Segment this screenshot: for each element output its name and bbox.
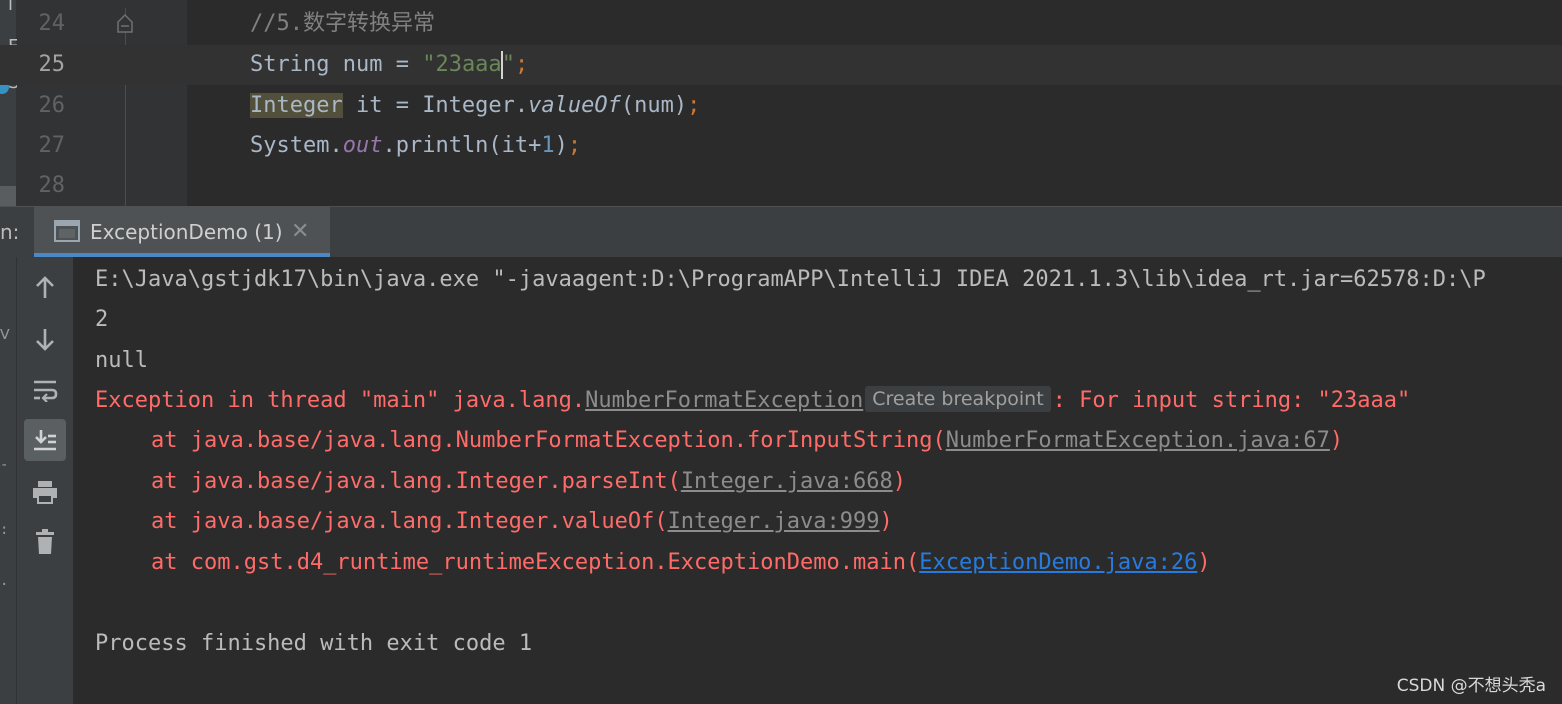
stack-frame-link[interactable]: Integer.java:668: [681, 469, 893, 494]
line-number: 25: [38, 52, 66, 77]
code-token: ): [554, 133, 568, 158]
line-number: 28: [38, 173, 66, 198]
side-marker: :: [0, 522, 9, 538]
run-tab-label: ExceptionDemo (1): [90, 220, 283, 244]
stack-trace-line: at com.gst.d4_runtime_runtimeException.E…: [151, 543, 1211, 583]
stack-frame-text: at com.gst.d4_runtime_runtimeException.E…: [151, 550, 920, 575]
side-marker: ·: [0, 577, 9, 593]
semicolon: ;: [567, 133, 582, 158]
run-window-label: n:: [0, 220, 20, 244]
scroll-to-end-icon[interactable]: [24, 419, 66, 461]
soft-wrap-icon[interactable]: [24, 369, 66, 411]
exception-message: : For input string: "23aaa": [1052, 388, 1411, 413]
semicolon: ;: [514, 52, 529, 77]
stack-frame-link[interactable]: NumberFormatException.java:67: [946, 428, 1330, 453]
console-window-icon: [54, 220, 80, 242]
code-token: (num): [620, 93, 688, 118]
console-output[interactable]: E:\Java\gstjdk17\bin\java.exe "-javaagen…: [73, 257, 1562, 704]
code-text: String num = "23aaa";: [250, 45, 528, 85]
number-literal: 1: [541, 133, 555, 158]
side-marker: ᐯ: [0, 327, 10, 343]
up-arrow-icon[interactable]: [24, 267, 66, 309]
run-tool-window-header: n: ExceptionDemo (1) ✕: [0, 206, 1562, 258]
code-line[interactable]: 24 //5.数字转换异常: [0, 4, 1562, 44]
string-quote: ": [501, 52, 515, 77]
create-breakpoint-hint[interactable]: Create breakpoint: [865, 386, 1051, 412]
code-line[interactable]: 28: [0, 166, 1562, 206]
code-text: Integer it = Integer.valueOf(num);: [250, 86, 700, 126]
console-command-line: E:\Java\gstjdk17\bin\java.exe "-javaagen…: [95, 267, 1486, 292]
run-tab-exception-demo[interactable]: ExceptionDemo (1) ✕: [34, 207, 330, 257]
down-arrow-icon[interactable]: [24, 318, 66, 360]
semicolon: ;: [687, 93, 701, 118]
exception-class-link[interactable]: NumberFormatException: [585, 388, 863, 413]
run-side-strip: ᐯ - : ·: [0, 257, 16, 704]
stack-frame-text: at java.base/java.lang.Integer.valueOf(: [151, 509, 668, 534]
stack-frame-text: at java.base/java.lang.NumberFormatExcep…: [151, 428, 946, 453]
static-field-token: out: [342, 133, 383, 158]
stack-frame-text: ): [892, 469, 906, 494]
exception-prefix: Exception in thread "main" java.lang.: [95, 388, 586, 413]
side-marker: -: [0, 457, 9, 473]
static-method-token: valueOf: [528, 93, 621, 118]
stack-frame-text: ): [1329, 428, 1344, 453]
stack-frame-text: at java.base/java.lang.Integer.parseInt(: [151, 469, 681, 494]
code-line-current[interactable]: 25 String num = "23aaa";: [0, 45, 1562, 85]
stack-frame-text: ): [1197, 550, 1211, 575]
console-toolbar: [16, 257, 74, 704]
code-editor[interactable]: l E S 24 //5.数字转换异常 25 String num = "23a…: [0, 0, 1562, 206]
process-finished-line: Process finished with exit code 1: [95, 631, 533, 656]
code-token: it = Integer.: [342, 93, 529, 118]
line-number: 24: [38, 11, 66, 36]
string-literal: "23aaa: [422, 52, 502, 77]
console-output-line: null: [95, 348, 148, 373]
stack-frame-text: ): [879, 509, 893, 534]
stack-trace-line: at java.base/java.lang.Integer.valueOf(I…: [151, 502, 893, 542]
type-token: String: [250, 52, 330, 77]
close-icon[interactable]: ✕: [291, 207, 309, 257]
watermark: CSDN @不想头秃a: [1396, 676, 1546, 696]
trash-icon[interactable]: [24, 521, 66, 563]
code-line[interactable]: 26 Integer it = Integer.valueOf(num);: [0, 86, 1562, 126]
stack-frame-source-link[interactable]: ExceptionDemo.java:26: [919, 550, 1197, 575]
code-token: .println(it+: [382, 133, 542, 158]
code-comment: //5.数字转换异常: [250, 11, 435, 36]
stack-trace-line: at java.base/java.lang.NumberFormatExcep…: [151, 421, 1343, 461]
highlighted-type-token[interactable]: Integer: [250, 93, 343, 118]
exception-line: Exception in thread "main" java.lang.Num…: [95, 381, 1410, 421]
line-number: 26: [38, 93, 66, 118]
stack-frame-link[interactable]: Integer.java:999: [668, 509, 880, 534]
print-icon[interactable]: [24, 471, 66, 513]
stack-trace-line: at java.base/java.lang.Integer.parseInt(…: [151, 462, 906, 502]
code-token: num =: [329, 52, 423, 77]
console-output-line: 2: [95, 307, 109, 332]
code-text: System.out.println(it+1);: [250, 126, 581, 166]
line-number: 27: [38, 133, 66, 158]
code-line[interactable]: 27 System.out.println(it+1);: [0, 126, 1562, 166]
code-token: System.: [250, 133, 343, 158]
